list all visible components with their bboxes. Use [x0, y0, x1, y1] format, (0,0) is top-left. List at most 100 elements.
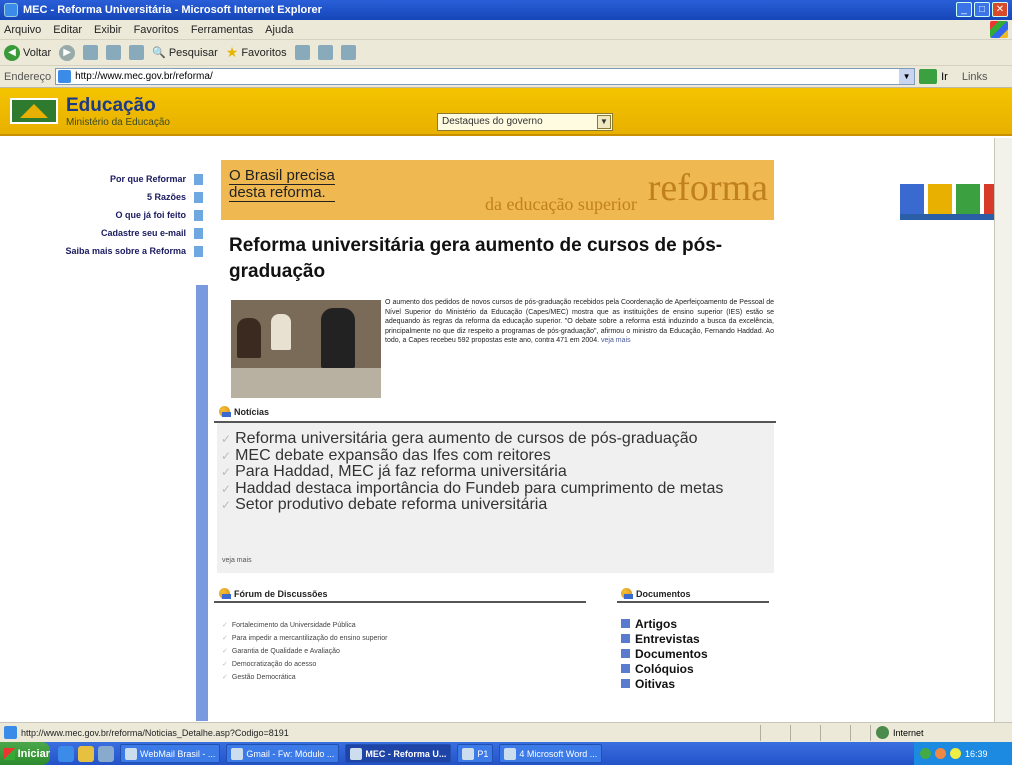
nav-item-why-reform[interactable]: Por que Reformar	[0, 170, 205, 188]
mail-button[interactable]	[317, 45, 333, 60]
docs-heading-label: Documentos	[636, 588, 691, 599]
folder-icon	[462, 747, 475, 760]
home-button[interactable]	[129, 45, 145, 60]
ie-icon	[350, 747, 363, 760]
history-button[interactable]	[294, 45, 310, 60]
news-summary: O aumento dos pedidos de novos cursos de…	[385, 298, 774, 346]
start-button[interactable]: Iniciar	[0, 742, 50, 765]
page-title: Reforma universitária gera aumento de cu…	[229, 235, 723, 282]
nav-item-register-email[interactable]: Cadastre seu e-mail	[0, 224, 205, 242]
section-icon	[219, 588, 231, 599]
news-list: ✓ Reforma universitária gera aumento de c…	[221, 430, 776, 514]
forum-link[interactable]: ✓ Fortalecimento da Universidade Pública	[222, 619, 388, 632]
forum-link[interactable]: ✓ Gestão Democrática	[222, 671, 388, 684]
news-link[interactable]: ✓ Reforma universitária gera aumento de c…	[221, 430, 776, 448]
news-link[interactable]: ✓ Para Haddad, MEC já faz reforma univers…	[221, 463, 776, 481]
globe-icon	[876, 726, 889, 739]
docs-heading: Documentos	[621, 588, 691, 599]
section-icon	[219, 406, 231, 417]
go-arrow-icon[interactable]	[919, 69, 938, 84]
search-label: Pesquisar	[168, 46, 218, 59]
news-photo	[231, 300, 381, 398]
docs-link[interactable]: Colóquios	[621, 661, 708, 676]
news-heading-label: Notícias	[234, 406, 270, 417]
windows-logo-icon	[4, 747, 15, 760]
nav-item-done[interactable]: O que já foi feito	[0, 206, 205, 224]
docs-link[interactable]: Documentos	[621, 646, 708, 661]
security-icon[interactable]	[935, 748, 946, 759]
address-bar: Endereço http://www.mec.gov.br/reforma/ …	[0, 66, 1012, 88]
favorites-button[interactable]: ★ Favoritos	[226, 44, 287, 61]
network-icon[interactable]	[920, 748, 931, 759]
forward-button[interactable]: ▶	[59, 44, 76, 61]
back-button[interactable]: ◀ Voltar	[4, 44, 51, 61]
divider	[214, 601, 586, 603]
status-bar: http://www.mec.gov.br/reforma/Noticias_D…	[0, 722, 1012, 742]
search-button[interactable]: 🔍 Pesquisar	[152, 46, 218, 60]
menu-help[interactable]: Ajuda	[265, 24, 293, 36]
site-title[interactable]: Educação	[66, 95, 156, 117]
menu-view[interactable]: Exibir	[94, 24, 122, 36]
nav-item-5-reasons[interactable]: 5 Razões	[0, 188, 205, 206]
taskbar-item[interactable]: 4 Microsoft Word ...	[499, 744, 603, 763]
desktop-quicklaunch-icon[interactable]	[98, 745, 114, 762]
close-button[interactable]: ✕	[992, 2, 1008, 17]
folder-quicklaunch-icon[interactable]	[78, 745, 94, 762]
news-link[interactable]: ✓ Setor produtivo debate reforma universi…	[221, 496, 776, 514]
taskbar-item-active[interactable]: MEC - Reforma U...	[345, 744, 452, 763]
highlights-value: Destaques do governo	[442, 116, 543, 127]
banner-big-word: reforma	[647, 167, 768, 209]
news-heading: Notícias	[219, 406, 269, 417]
nav-label: Saiba mais sobre a Reforma	[65, 246, 186, 256]
ie-quicklaunch-icon[interactable]	[58, 745, 74, 762]
check-icon: ✓	[221, 498, 232, 512]
bullet-icon	[194, 227, 203, 239]
window-title: MEC - Reforma Universitária - Microsoft …	[23, 4, 322, 16]
banner-slogan: O Brasil precisa desta reforma.	[229, 168, 335, 202]
forward-arrow-icon: ▶	[59, 44, 76, 61]
vertical-scrollbar[interactable]	[994, 138, 1012, 722]
links-button[interactable]: Links	[962, 71, 988, 83]
summary-text: O aumento dos pedidos de novos cursos de…	[385, 299, 774, 344]
news-link[interactable]: ✓ MEC debate expansão das Ifes com reitor…	[221, 447, 776, 465]
volume-icon[interactable]	[950, 748, 961, 759]
news-link[interactable]: ✓ Haddad destaca importância do Fundeb pa…	[221, 480, 776, 498]
docs-link[interactable]: Entrevistas	[621, 631, 708, 646]
taskbar-item[interactable]: WebMail Brasil - ...	[120, 744, 221, 763]
forum-link[interactable]: ✓ Para impedir a mercantilização do ensin…	[222, 632, 388, 645]
search-icon: 🔍	[152, 47, 166, 59]
check-icon: ✓	[221, 481, 232, 496]
print-button[interactable]	[340, 45, 356, 60]
ie-icon	[231, 747, 244, 760]
forum-heading: Fórum de Discussões	[219, 588, 328, 599]
nav-item-learn-more[interactable]: Saiba mais sobre a Reforma	[0, 242, 205, 260]
docs-link[interactable]: Oitivas	[621, 676, 708, 691]
mail-icon	[317, 45, 333, 60]
favorites-label: Favoritos	[241, 46, 287, 59]
docs-list: Artigos Entrevistas Documentos Colóquios…	[621, 616, 708, 691]
menu-favorites[interactable]: Favoritos	[134, 24, 179, 36]
docs-link[interactable]: Artigos	[621, 616, 708, 631]
news-more-link[interactable]: veja mais	[222, 557, 252, 564]
taskbar-item[interactable]: P1	[457, 744, 494, 763]
go-button[interactable]: Ir	[941, 71, 948, 83]
bullet-icon	[194, 245, 203, 257]
address-dropdown-icon[interactable]: ▼	[899, 69, 915, 84]
menu-edit[interactable]: Editar	[53, 24, 82, 36]
minimize-button[interactable]: _	[956, 2, 972, 17]
stop-button[interactable]	[83, 45, 99, 60]
taskbar-item[interactable]: Gmail - Fw: Módulo ...	[226, 744, 340, 763]
education-logo-icon[interactable]	[10, 98, 58, 124]
check-icon: ✓	[222, 661, 228, 668]
home-icon	[129, 45, 145, 60]
maximize-button[interactable]: □	[974, 2, 990, 17]
forum-link[interactable]: ✓ Garantia de Qualidade e Avaliação	[222, 645, 388, 658]
forum-link[interactable]: ✓ Democratização do acesso	[222, 658, 388, 671]
highlights-select[interactable]: Destaques do governo ▼	[437, 113, 613, 131]
status-url: http://www.mec.gov.br/reforma/Noticias_D…	[21, 727, 289, 738]
menu-tools[interactable]: Ferramentas	[191, 24, 253, 36]
address-input[interactable]: http://www.mec.gov.br/reforma/ ▼	[55, 68, 916, 85]
refresh-button[interactable]	[106, 45, 122, 60]
menu-file[interactable]: Arquivo	[4, 24, 41, 36]
summary-more-link[interactable]: veja mais	[601, 337, 631, 344]
